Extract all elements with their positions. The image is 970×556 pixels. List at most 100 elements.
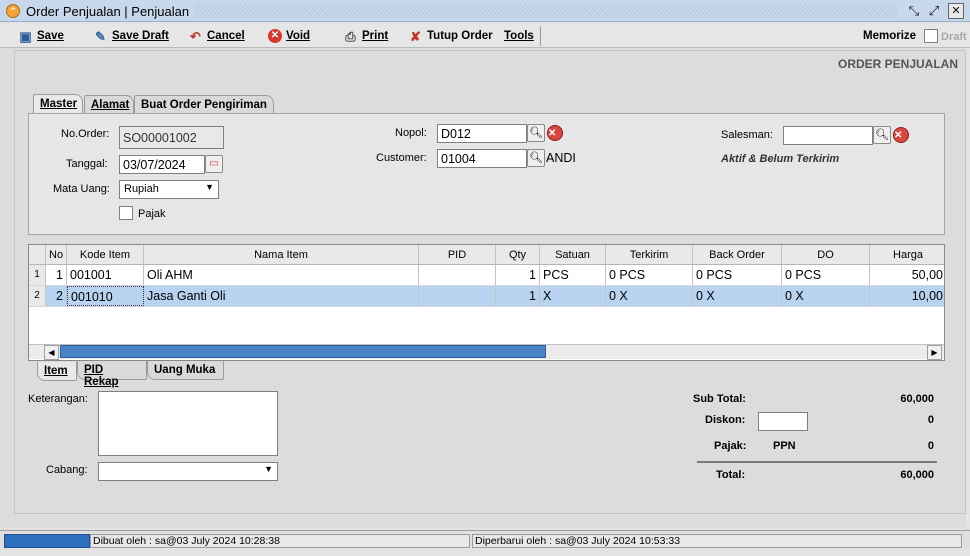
cell-nama[interactable]: Oli AHM xyxy=(144,265,419,285)
col-harga[interactable]: Harga xyxy=(870,245,944,264)
clear-icon[interactable]: ✕ xyxy=(547,125,563,141)
cell-do: 0 PCS xyxy=(782,265,870,285)
mata-uang-select[interactable]: Rupiah ▼ xyxy=(119,180,219,199)
cabang-select[interactable]: ▼ xyxy=(98,462,278,481)
pajak-checkbox-label: Pajak xyxy=(138,208,166,220)
chevron-down-icon: ▼ xyxy=(205,182,214,192)
tab-buat-order-pengiriman[interactable]: Buat Order Pengiriman xyxy=(134,95,274,114)
scroll-thumb[interactable] xyxy=(60,345,546,358)
cancel-button[interactable]: ↶ Cancel xyxy=(188,28,245,44)
sub-total-value: 60,000 xyxy=(900,393,934,405)
horizontal-scrollbar[interactable]: ◀ ▶ xyxy=(29,344,944,360)
salesman-label: Salesman: xyxy=(721,129,773,141)
restore-icon[interactable]: ⤡ xyxy=(906,3,922,19)
col-nama-item[interactable]: Nama Item xyxy=(144,245,419,264)
keterangan-textarea[interactable] xyxy=(98,391,278,456)
row-number: 1 xyxy=(29,265,46,285)
salesman-field[interactable] xyxy=(783,126,873,145)
keterangan-label: Keterangan: xyxy=(28,393,88,405)
cell-harga[interactable]: 10,00 xyxy=(870,286,944,306)
search-icon[interactable]: 🔍︎ xyxy=(527,124,545,142)
diskon-value: 0 xyxy=(927,414,934,426)
tab-pid-rekap[interactable]: PID Rekap xyxy=(77,361,147,388)
updated-by: Diperbarui oleh : sa@03 July 2024 10:53:… xyxy=(472,534,962,548)
tab-item[interactable]: Item xyxy=(37,362,77,381)
window-titlebar: ⌃ Order Penjualan | Penjualan ⤡ ⤢ ✕ xyxy=(0,0,970,22)
cell-terkirim: 0 X xyxy=(606,286,693,306)
no-order-field[interactable]: SO00001002 xyxy=(119,126,224,149)
memorize-checkbox[interactable] xyxy=(924,29,938,43)
cell-pid[interactable] xyxy=(419,265,496,285)
no-order-label: No.Order: xyxy=(61,128,110,140)
total-label: Total: xyxy=(716,469,746,481)
cell-qty[interactable]: 1 xyxy=(496,265,540,285)
window-title: Order Penjualan | Penjualan xyxy=(26,4,190,19)
tab-uang-muka[interactable]: Uang Muka xyxy=(147,361,224,380)
scroll-right-icon[interactable]: ▶ xyxy=(927,345,942,360)
pajak-checkbox[interactable] xyxy=(119,206,133,220)
diskon-field[interactable] xyxy=(758,412,808,431)
progress-indicator xyxy=(4,534,90,548)
save-button[interactable]: ▣ Save xyxy=(18,28,64,44)
cell-nama[interactable]: Jasa Ganti Oli xyxy=(144,286,419,306)
tanggal-field[interactable]: 03/07/2024 xyxy=(119,155,205,174)
pajak-value: 0 xyxy=(927,440,934,452)
tools-menu[interactable]: Tools xyxy=(504,28,534,44)
col-no[interactable]: No xyxy=(46,245,67,264)
search-icon[interactable]: 🔍︎ xyxy=(873,126,891,144)
undo-icon: ↶ xyxy=(190,28,201,44)
scroll-left-icon[interactable]: ◀ xyxy=(44,345,59,360)
close-icon[interactable]: ✕ xyxy=(948,3,964,19)
col-satuan[interactable]: Satuan xyxy=(540,245,606,264)
cell-terkirim: 0 PCS xyxy=(606,265,693,285)
order-status: Aktif & Belum Terkirim xyxy=(721,153,840,165)
col-qty[interactable]: Qty xyxy=(496,245,540,264)
pajak-type: PPN xyxy=(773,440,796,452)
row-number: 2 xyxy=(29,286,46,306)
col-pid[interactable]: PID xyxy=(419,245,496,264)
maximize-icon[interactable]: ⤢ xyxy=(926,3,942,19)
printer-icon: ⎙ xyxy=(345,28,356,44)
col-do[interactable]: DO xyxy=(782,245,870,264)
col-kode-item[interactable]: Kode Item xyxy=(67,245,144,264)
cell-qty[interactable]: 1 xyxy=(496,286,540,306)
void-button[interactable]: ✕ Void xyxy=(268,28,310,44)
grid-header: No Kode Item Nama Item PID Qty Satuan Te… xyxy=(29,245,944,265)
status-bar: Dibuat oleh : sa@03 July 2024 10:28:38 D… xyxy=(0,530,970,548)
calendar-icon[interactable]: ▭ xyxy=(205,155,223,173)
close-order-icon: ✘ xyxy=(410,28,421,44)
tab-alamat[interactable]: Alamat xyxy=(84,95,134,114)
save-draft-button[interactable]: ✎ Save Draft xyxy=(93,28,169,44)
cell-pid[interactable] xyxy=(419,286,496,306)
pajak-label: Pajak: xyxy=(714,440,747,452)
table-row[interactable]: 2 2 001010 Jasa Ganti Oli 1 X 0 X 0 X 0 … xyxy=(29,286,944,307)
cell-kode[interactable]: 001001 xyxy=(67,265,144,285)
cabang-label: Cabang: xyxy=(46,464,88,476)
search-icon[interactable]: 🔍︎ xyxy=(527,149,545,167)
mata-uang-value: Rupiah xyxy=(124,183,159,195)
nopol-field[interactable]: D012 xyxy=(437,124,527,143)
tab-master[interactable]: Master xyxy=(33,94,83,113)
cell-satuan[interactable]: PCS xyxy=(540,265,606,285)
customer-field[interactable]: 01004 xyxy=(437,149,527,168)
nopol-label: Nopol: xyxy=(395,127,427,139)
tanggal-label: Tanggal: xyxy=(66,158,108,170)
clear-icon[interactable]: ✕ xyxy=(893,127,909,143)
table-row[interactable]: 1 1 001001 Oli AHM 1 PCS 0 PCS 0 PCS 0 P… xyxy=(29,265,944,286)
cell-no: 1 xyxy=(46,265,67,285)
tutup-order-button[interactable]: ✘ Tutup Order xyxy=(408,28,493,44)
page-title: ORDER PENJUALAN xyxy=(837,57,958,71)
col-terkirim[interactable]: Terkirim xyxy=(606,245,693,264)
draft-label: Draft xyxy=(941,31,967,43)
titlebar-grip xyxy=(194,4,898,18)
col-back-order[interactable]: Back Order xyxy=(693,245,782,264)
cell-harga[interactable]: 50,00 xyxy=(870,265,944,285)
print-button[interactable]: ⎙ Print xyxy=(343,28,388,44)
void-icon: ✕ xyxy=(268,29,282,43)
app-icon: ⌃ xyxy=(6,4,20,18)
chevron-down-icon: ▼ xyxy=(264,464,273,474)
cell-kode[interactable]: 001010 xyxy=(67,286,144,306)
cell-satuan[interactable]: X xyxy=(540,286,606,306)
floppy-icon: ▣ xyxy=(19,28,32,44)
sub-total-label: Sub Total: xyxy=(693,393,746,405)
